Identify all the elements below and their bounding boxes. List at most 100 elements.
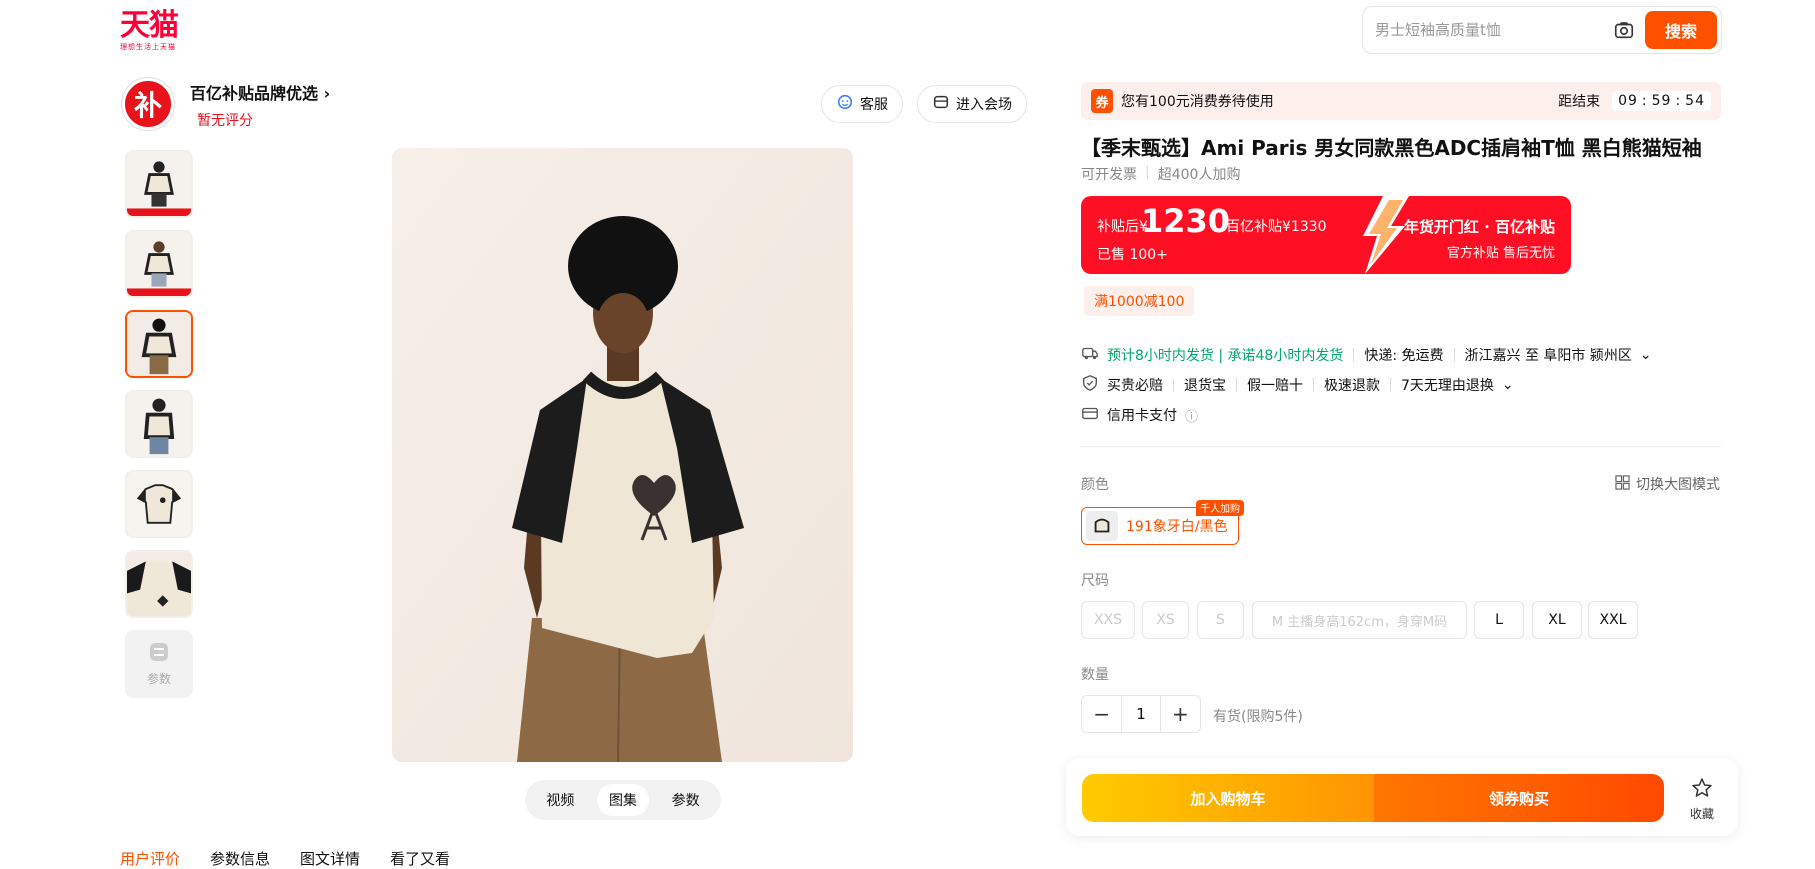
search-input[interactable] bbox=[1375, 17, 1615, 43]
coupon-icon: 券 bbox=[1091, 89, 1113, 113]
guarantee-1: 买贵必赔 bbox=[1107, 378, 1163, 394]
tab-params[interactable]: 参数 bbox=[660, 784, 712, 816]
promo-title: 年货开门红 · 百亿补贴 bbox=[1403, 218, 1555, 236]
main-product-image[interactable] bbox=[392, 148, 853, 762]
thumbnail-6[interactable] bbox=[125, 550, 193, 618]
minus-icon[interactable]: − bbox=[1082, 696, 1121, 732]
color-label: 颜色 bbox=[1081, 477, 1109, 493]
search-button[interactable]: 搜索 bbox=[1645, 11, 1717, 49]
enter-venue-button[interactable]: 进入会场 bbox=[917, 85, 1027, 123]
size-l[interactable]: L bbox=[1474, 601, 1524, 639]
hot-badge: 千人加购 bbox=[1196, 500, 1244, 516]
divider bbox=[1390, 378, 1391, 392]
product-meta: 可开发票 | 超400人加购 bbox=[1081, 164, 1240, 184]
discount-tag[interactable]: 满1000减100 bbox=[1084, 286, 1195, 316]
credit-card-icon bbox=[1081, 404, 1099, 426]
switch-view-mode[interactable]: 切换大图模式 bbox=[1615, 474, 1720, 494]
model-wearing-tshirt-image bbox=[392, 148, 853, 762]
divider bbox=[1353, 348, 1355, 362]
divider bbox=[1313, 378, 1314, 392]
buy-bar: 加入购物车 领券购买 收藏 bbox=[1066, 758, 1738, 836]
promo-subtitle: 官方补贴 售后无忧 bbox=[1446, 246, 1555, 261]
divider bbox=[1236, 378, 1237, 392]
customer-service-label: 客服 bbox=[860, 97, 888, 113]
tab-gallery[interactable]: 图集 bbox=[596, 784, 649, 816]
sliders-icon bbox=[148, 641, 170, 666]
payment-text: 信用卡支付 bbox=[1107, 408, 1177, 424]
countdown-label: 距结束 bbox=[1558, 94, 1601, 110]
cart-count-text: 超400人加购 bbox=[1157, 167, 1241, 183]
quantity-label: 数量 bbox=[1081, 667, 1109, 683]
store-icon bbox=[932, 93, 950, 115]
size-m[interactable]: M 主播身高162cm，身穿M码 bbox=[1252, 601, 1467, 639]
tab-param-info[interactable]: 参数信息 bbox=[210, 848, 270, 869]
buy-now-button[interactable]: 领券购买 bbox=[1374, 774, 1664, 822]
divider bbox=[1453, 348, 1455, 362]
size-xs[interactable]: XS bbox=[1142, 601, 1189, 639]
size-xxl[interactable]: XXL bbox=[1588, 601, 1638, 639]
tab-details[interactable]: 图文详情 bbox=[300, 848, 360, 869]
tab-video[interactable]: 视频 bbox=[534, 784, 586, 816]
shipping-row[interactable]: 预计8小时内发货 | 承诺48小时内发货 快递: 免运费 浙江嘉兴 至 阜阳市 … bbox=[1081, 344, 1652, 366]
chevron-down-icon: ⌄ bbox=[1639, 347, 1652, 363]
thumbnail-4[interactable] bbox=[125, 390, 193, 458]
price-card: 补贴后¥ 1230 百亿补贴¥1330 已售 100+ 年货开门红 · 百亿补贴… bbox=[1081, 196, 1571, 274]
sold-count: 已售 100+ bbox=[1097, 247, 1168, 263]
params-thumbnail[interactable]: 参数 bbox=[125, 630, 193, 698]
thumbnail-3[interactable] bbox=[125, 310, 193, 378]
plus-icon[interactable]: + bbox=[1161, 696, 1200, 732]
params-label: 参数 bbox=[146, 672, 171, 686]
meta-divider: | bbox=[1145, 164, 1150, 180]
size-xl[interactable]: XL bbox=[1532, 601, 1582, 639]
countdown-seconds: 54 bbox=[1685, 93, 1705, 109]
add-to-cart-button[interactable]: 加入购物车 bbox=[1082, 774, 1374, 822]
guarantee-row[interactable]: 买贵必赔 退货宝 假一赔十 极速退款 7天无理由退换 ⌄ bbox=[1081, 374, 1514, 396]
thumbnail-1[interactable] bbox=[125, 150, 193, 218]
tshirt-swatch-icon bbox=[1086, 511, 1118, 541]
payment-row: 信用卡支付 ⓘ bbox=[1081, 404, 1198, 426]
model-photo-icon bbox=[127, 232, 191, 296]
tmall-logo[interactable]: 天猫 理想生活上天猫 bbox=[120, 10, 190, 54]
section-divider bbox=[1081, 446, 1721, 447]
tab-also-viewed[interactable]: 看了又看 bbox=[390, 848, 450, 869]
shop-logo[interactable]: 补 bbox=[122, 78, 174, 130]
info-icon[interactable]: ⓘ bbox=[1185, 406, 1198, 425]
guarantee-4: 极速退款 bbox=[1324, 378, 1380, 394]
camera-icon[interactable] bbox=[1613, 19, 1635, 41]
tshirt-flat-icon bbox=[127, 472, 191, 536]
size-s[interactable]: S bbox=[1197, 601, 1244, 639]
coupon-text: 您有100元消费券待使用 bbox=[1121, 94, 1274, 110]
tshirt-closeup-icon bbox=[127, 552, 191, 616]
size-xxs[interactable]: XXS bbox=[1081, 601, 1135, 639]
color-option-label: 191象牙白/黑色 bbox=[1126, 519, 1228, 535]
model-photo-icon bbox=[127, 312, 191, 376]
shipping-promise: 预计8小时内发货 | 承诺48小时内发货 bbox=[1107, 348, 1344, 364]
countdown-hours: 09 bbox=[1618, 93, 1638, 109]
coupon-bar[interactable]: 券 您有100元消费券待使用 距结束 09: 59: 54 bbox=[1081, 82, 1721, 120]
guarantee-3: 假一赔十 bbox=[1247, 378, 1303, 394]
invoice-text: 可开发票 bbox=[1081, 167, 1137, 183]
customer-service-button[interactable]: 客服 bbox=[821, 85, 903, 123]
shop-name-link[interactable]: 百亿补贴品牌优选 › bbox=[190, 80, 330, 104]
detail-tabs: 用户评价 参数信息 图文详情 看了又看 bbox=[120, 848, 450, 869]
search-box: 搜索 bbox=[1362, 6, 1722, 54]
thumbnail-5[interactable] bbox=[125, 470, 193, 538]
divider bbox=[1173, 378, 1174, 392]
shipping-route: 浙江嘉兴 至 阜阳市 颍州区 bbox=[1464, 348, 1632, 364]
shipping-fee: 快递: 免运费 bbox=[1364, 348, 1444, 364]
favorite-button[interactable]: 收藏 bbox=[1680, 776, 1724, 822]
chevron-down-icon: ⌄ bbox=[1501, 377, 1514, 393]
logo-text: 天猫 bbox=[120, 8, 179, 43]
chevron-right-icon: › bbox=[323, 84, 331, 103]
quantity-value[interactable]: 1 bbox=[1121, 696, 1161, 732]
guarantee-5: 7天无理由退换 bbox=[1401, 378, 1494, 394]
truck-icon bbox=[1081, 344, 1099, 366]
shop-rating: 暂无评分 bbox=[197, 113, 253, 129]
countdown-timer: 09: 59: 54 bbox=[1612, 91, 1711, 111]
media-tabs: 视频 图集 参数 bbox=[525, 780, 721, 820]
quantity-stepper: − 1 + bbox=[1081, 695, 1201, 733]
tab-reviews[interactable]: 用户评价 bbox=[120, 848, 180, 869]
model-photo-icon bbox=[127, 392, 191, 456]
price-value: 1230 bbox=[1141, 202, 1231, 240]
thumbnail-2[interactable] bbox=[125, 230, 193, 298]
